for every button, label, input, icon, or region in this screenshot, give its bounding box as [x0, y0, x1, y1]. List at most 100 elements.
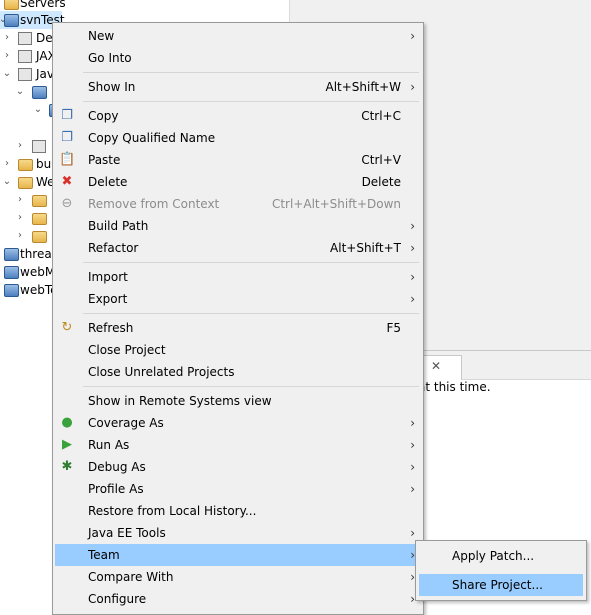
- menu-item-go-into[interactable]: Go Into: [55, 47, 421, 69]
- tree-item-label: webM: [20, 265, 56, 279]
- menu-item-copy[interactable]: ❐ Copy Ctrl+C: [55, 105, 421, 127]
- menu-separator: [83, 386, 419, 387]
- menu-item-label: Go Into: [88, 51, 132, 65]
- menu-item-label: Delete: [88, 175, 128, 189]
- menu-item-run-as[interactable]: ▶ Run As ›: [55, 434, 421, 456]
- menu-separator: [83, 262, 419, 263]
- menu-item-paste[interactable]: 📋 Paste Ctrl+V: [55, 149, 421, 171]
- menu-item-copy-qualified-name[interactable]: ❐ Copy Qualified Name: [55, 127, 421, 149]
- menu-item-label: Refactor: [88, 241, 139, 255]
- menu-item-label: Remove from Context: [88, 197, 220, 211]
- menu-item-restore-from-local-history[interactable]: Restore from Local History...: [55, 500, 421, 522]
- menu-item-show-in[interactable]: Show In Alt+Shift+W ›: [55, 76, 421, 98]
- menu-item-refactor[interactable]: Refactor Alt+Shift+T ›: [55, 237, 421, 259]
- menu-separator: [83, 101, 419, 102]
- submenu-arrow-icon: ›: [410, 80, 415, 94]
- expand-arrow-icon[interactable]: ⌄: [2, 65, 12, 83]
- menu-item-label: Close Unrelated Projects: [88, 365, 235, 379]
- folder-icon: [32, 195, 47, 207]
- menu-item-shortcut: Alt+Shift+W: [325, 80, 402, 94]
- submenu-arrow-icon: ›: [410, 438, 415, 452]
- menu-item-export[interactable]: Export ›: [55, 288, 421, 310]
- menu-item-label: Copy Qualified Name: [88, 131, 216, 145]
- menu-item-shortcut: Delete: [361, 175, 401, 189]
- menu-item-label: Debug As: [88, 460, 146, 474]
- menu-item-label: Paste: [88, 153, 121, 167]
- menu-item-configure[interactable]: Configure ›: [55, 588, 421, 610]
- context-menu: New › Go Into Show In Alt+Shift+W › ❐ Copy Ctrl+…: [52, 22, 424, 615]
- collapse-arrow-icon[interactable]: ›: [15, 191, 25, 209]
- folder-icon: [18, 159, 33, 171]
- menu-item-label: Compare With: [88, 570, 174, 584]
- coverage-icon: ●: [61, 415, 73, 430]
- menu-item-label: Coverage As: [88, 416, 164, 430]
- menu-item-java-ee-tools[interactable]: Java EE Tools ›: [55, 522, 421, 544]
- menu-item-delete[interactable]: ✖ Delete Delete: [55, 171, 421, 193]
- submenu-item-share-project[interactable]: Share Project...: [419, 574, 583, 596]
- menu-item-shortcut: Ctrl+V: [361, 153, 401, 167]
- menu-item-close-unrelated-projects[interactable]: Close Unrelated Projects: [55, 361, 421, 383]
- menu-item-debug-as[interactable]: ✱ Debug As ›: [55, 456, 421, 478]
- copy-qualified-icon: ❐: [61, 130, 73, 145]
- refresh-icon: ↻: [61, 320, 73, 335]
- collapse-arrow-icon[interactable]: ›: [15, 227, 25, 245]
- folder-icon: [32, 213, 47, 225]
- library-icon: [32, 140, 46, 153]
- menu-item-label: New: [88, 29, 115, 43]
- submenu-item-apply-patch[interactable]: Apply Patch...: [419, 545, 583, 567]
- jax-ws-icon: [18, 50, 32, 63]
- submenu-arrow-icon: ›: [410, 416, 415, 430]
- menu-item-team[interactable]: Team ›: [55, 544, 421, 566]
- paste-icon: 📋: [59, 152, 76, 167]
- expand-arrow-icon[interactable]: ⌄: [2, 173, 12, 191]
- collapse-arrow-icon[interactable]: ›: [15, 209, 25, 227]
- folder-icon: [32, 231, 47, 243]
- menu-item-compare-with[interactable]: Compare With ›: [55, 566, 421, 588]
- close-icon[interactable]: ✕: [431, 359, 441, 373]
- menu-item-close-project[interactable]: Close Project: [55, 339, 421, 361]
- debug-icon: ✱: [61, 459, 73, 474]
- delete-icon: ✖: [61, 174, 73, 189]
- menu-item-show-in-remote-systems-view[interactable]: Show in Remote Systems view: [55, 390, 421, 412]
- remove-context-icon: ⊖: [61, 196, 73, 211]
- menu-item-label: Team: [88, 548, 120, 562]
- collapse-arrow-icon[interactable]: ›: [2, 155, 12, 173]
- menu-item-shortcut: Alt+Shift+T: [330, 241, 401, 255]
- src-folder-icon: [32, 86, 47, 99]
- menu-item-import[interactable]: Import ›: [55, 266, 421, 288]
- submenu-arrow-icon: ›: [410, 292, 415, 306]
- tree-item-label: De: [36, 31, 53, 45]
- expand-arrow-icon[interactable]: ⌄: [33, 101, 43, 119]
- menu-item-build-path[interactable]: Build Path ›: [55, 215, 421, 237]
- expand-arrow-icon[interactable]: ⌄: [15, 83, 25, 101]
- menu-item-label: Refresh: [88, 321, 134, 335]
- submenu-arrow-icon: ›: [410, 270, 415, 284]
- project-icon: [4, 266, 19, 279]
- copy-icon: ❐: [61, 108, 73, 123]
- menu-item-label: Copy: [88, 109, 119, 123]
- menu-item-new[interactable]: New ›: [55, 25, 421, 47]
- collapse-arrow-icon[interactable]: ›: [2, 47, 12, 65]
- submenu-arrow-icon: ›: [410, 482, 415, 496]
- folder-icon: [18, 177, 33, 189]
- menu-item-label: Configure: [88, 592, 147, 606]
- menu-item-label: Java EE Tools: [88, 526, 166, 540]
- submenu-arrow-icon: ›: [410, 29, 415, 43]
- menu-item-label: Restore from Local History...: [88, 504, 257, 518]
- submenu-arrow-icon: ›: [410, 460, 415, 474]
- menu-item-refresh[interactable]: ↻ Refresh F5: [55, 317, 421, 339]
- project-icon: [4, 14, 19, 27]
- menu-item-profile-as[interactable]: Profile As ›: [55, 478, 421, 500]
- team-submenu: Apply Patch... Share Project...: [415, 540, 587, 601]
- collapse-arrow-icon[interactable]: ›: [2, 29, 12, 47]
- collapse-arrow-icon[interactable]: ›: [15, 137, 25, 155]
- java-resources-icon: [18, 68, 32, 81]
- menu-item-shortcut: Ctrl+Alt+Shift+Down: [271, 197, 401, 211]
- menu-item-label: Import: [88, 270, 128, 284]
- run-icon: ▶: [62, 437, 72, 452]
- menu-item-coverage-as[interactable]: ● Coverage As ›: [55, 412, 421, 434]
- submenu-arrow-icon: ›: [410, 241, 415, 255]
- menu-item-label: Show In: [88, 80, 136, 94]
- submenu-item-label: Share Project...: [452, 578, 543, 592]
- deployment-descriptor-icon: [18, 32, 32, 45]
